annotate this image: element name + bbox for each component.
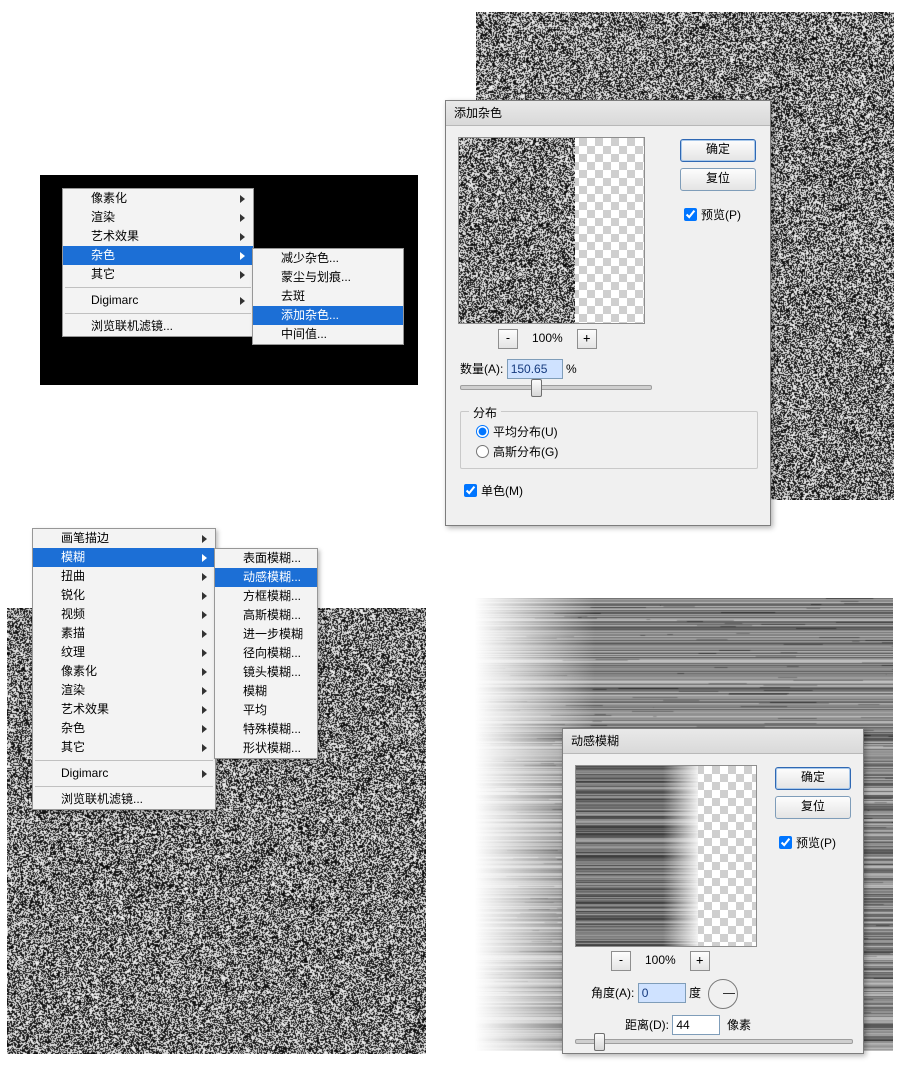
menu-item[interactable]: 动感模糊... bbox=[215, 568, 317, 587]
menu-item[interactable]: Digimarc bbox=[33, 764, 215, 783]
dialog-title: 添加杂色 bbox=[446, 101, 770, 126]
menu-item[interactable]: 杂色 bbox=[33, 719, 215, 738]
zoom-row: - 100% + bbox=[611, 951, 710, 971]
noise-preview-content bbox=[459, 138, 575, 323]
menu-item[interactable]: 渲染 bbox=[63, 208, 253, 227]
zoom-out-button[interactable]: - bbox=[498, 329, 518, 349]
zoom-in-button[interactable]: + bbox=[690, 951, 710, 971]
menu-item[interactable]: 其它 bbox=[33, 738, 215, 757]
amount-input[interactable]: 150.65 bbox=[507, 359, 563, 379]
reset-button[interactable]: 复位 bbox=[775, 796, 851, 819]
menu-item[interactable]: 渲染 bbox=[33, 681, 215, 700]
menu-item[interactable]: 扭曲 bbox=[33, 567, 215, 586]
motion-preview-box bbox=[575, 765, 757, 947]
zoom-value: 100% bbox=[634, 953, 686, 967]
distance-slider[interactable] bbox=[575, 1039, 853, 1044]
menu-item[interactable]: 径向模糊... bbox=[215, 644, 317, 663]
menu-item[interactable]: 形状模糊... bbox=[215, 739, 317, 758]
menu-item[interactable]: 蒙尘与划痕... bbox=[253, 268, 403, 287]
distance-unit: 像素 bbox=[727, 1018, 751, 1032]
distance-input[interactable]: 44 bbox=[672, 1015, 720, 1035]
mono-checkbox[interactable]: 单色(M) bbox=[460, 481, 523, 500]
dialog-title: 动感模糊 bbox=[563, 729, 863, 754]
radio-gaussian[interactable]: 高斯分布(G) bbox=[471, 442, 558, 460]
menu-item[interactable]: 杂色 bbox=[63, 246, 253, 265]
amount-row: 数量(A): 150.65 % bbox=[460, 359, 577, 379]
menu-item[interactable]: 模糊 bbox=[215, 682, 317, 701]
amount-slider[interactable] bbox=[460, 385, 652, 390]
menu-item[interactable]: 表面模糊... bbox=[215, 549, 317, 568]
menu-item-browse[interactable]: 浏览联机滤镜... bbox=[63, 317, 253, 336]
menu-item[interactable]: 像素化 bbox=[33, 662, 215, 681]
distance-row: 距离(D): 44 像素 bbox=[625, 1015, 751, 1035]
menu-item[interactable]: 中间值... bbox=[253, 325, 403, 344]
zoom-row: - 100% + bbox=[498, 329, 597, 349]
menu-item[interactable]: 平均 bbox=[215, 701, 317, 720]
menu-item[interactable]: 减少杂色... bbox=[253, 249, 403, 268]
noise-preview-box bbox=[458, 137, 645, 324]
menu-item[interactable]: 画笔描边 bbox=[33, 529, 215, 548]
preview-checkbox[interactable]: 预览(P) bbox=[680, 208, 741, 222]
menu-item[interactable]: 像素化 bbox=[63, 189, 253, 208]
reset-button[interactable]: 复位 bbox=[680, 168, 756, 191]
zoom-value: 100% bbox=[521, 331, 573, 345]
menu-item[interactable]: 添加杂色... bbox=[253, 306, 403, 325]
angle-label: 角度(A): bbox=[591, 986, 634, 1000]
dialog-motion-blur: 动感模糊 - 100% + 确定 复位 预览(P) 角度(A): 0 度 距离(… bbox=[562, 728, 864, 1054]
menu-item-browse[interactable]: 浏览联机滤镜... bbox=[33, 790, 215, 809]
distribution-group: 分布 平均分布(U) 高斯分布(G) bbox=[460, 411, 758, 469]
menu-item[interactable]: 去斑 bbox=[253, 287, 403, 306]
menu-item[interactable]: 高斯模糊... bbox=[215, 606, 317, 625]
zoom-out-button[interactable]: - bbox=[611, 951, 631, 971]
menu-item[interactable]: 锐化 bbox=[33, 586, 215, 605]
zoom-in-button[interactable]: + bbox=[577, 329, 597, 349]
distribution-legend: 分布 bbox=[469, 404, 501, 421]
distance-label: 距离(D): bbox=[625, 1018, 669, 1032]
angle-dial[interactable] bbox=[708, 979, 738, 1009]
amount-unit: % bbox=[566, 362, 577, 376]
menu1-sub: 减少杂色...蒙尘与划痕...去斑添加杂色...中间值... bbox=[252, 248, 404, 345]
preview-checkbox[interactable]: 预览(P) bbox=[775, 836, 836, 850]
menu2-sub: 表面模糊...动感模糊...方框模糊...高斯模糊...进一步模糊径向模糊...… bbox=[214, 548, 318, 759]
dialog-add-noise: 添加杂色 - 100% + 确定 复位 预览(P) 数量(A): 150.65 … bbox=[445, 100, 771, 526]
menu2-main: 画笔描边模糊扭曲锐化视频素描纹理像素化渲染艺术效果杂色其它 Digimarc 浏览联… bbox=[32, 528, 216, 810]
menu-item[interactable]: 素描 bbox=[33, 624, 215, 643]
menu-item[interactable]: 镜头模糊... bbox=[215, 663, 317, 682]
angle-input[interactable]: 0 bbox=[638, 983, 686, 1003]
menu-item[interactable]: 艺术效果 bbox=[33, 700, 215, 719]
menu-item[interactable]: 艺术效果 bbox=[63, 227, 253, 246]
menu-item[interactable]: 进一步模糊 bbox=[215, 625, 317, 644]
menu-item[interactable]: 其它 bbox=[63, 265, 253, 284]
menu-item[interactable]: Digimarc bbox=[63, 291, 253, 310]
menu-item[interactable]: 视频 bbox=[33, 605, 215, 624]
angle-unit: 度 bbox=[689, 986, 701, 1000]
motion-preview-content bbox=[576, 766, 698, 946]
amount-label: 数量(A): bbox=[460, 362, 503, 376]
ok-button[interactable]: 确定 bbox=[775, 767, 851, 790]
menu-item[interactable]: 模糊 bbox=[33, 548, 215, 567]
radio-uniform[interactable]: 平均分布(U) bbox=[471, 422, 558, 440]
menu-item[interactable]: 纹理 bbox=[33, 643, 215, 662]
menu1-main: 像素化渲染艺术效果杂色其它 Digimarc 浏览联机滤镜... bbox=[62, 188, 254, 337]
angle-row: 角度(A): 0 度 bbox=[591, 979, 742, 1009]
ok-button[interactable]: 确定 bbox=[680, 139, 756, 162]
menu-item[interactable]: 方框模糊... bbox=[215, 587, 317, 606]
menu-item[interactable]: 特殊模糊... bbox=[215, 720, 317, 739]
